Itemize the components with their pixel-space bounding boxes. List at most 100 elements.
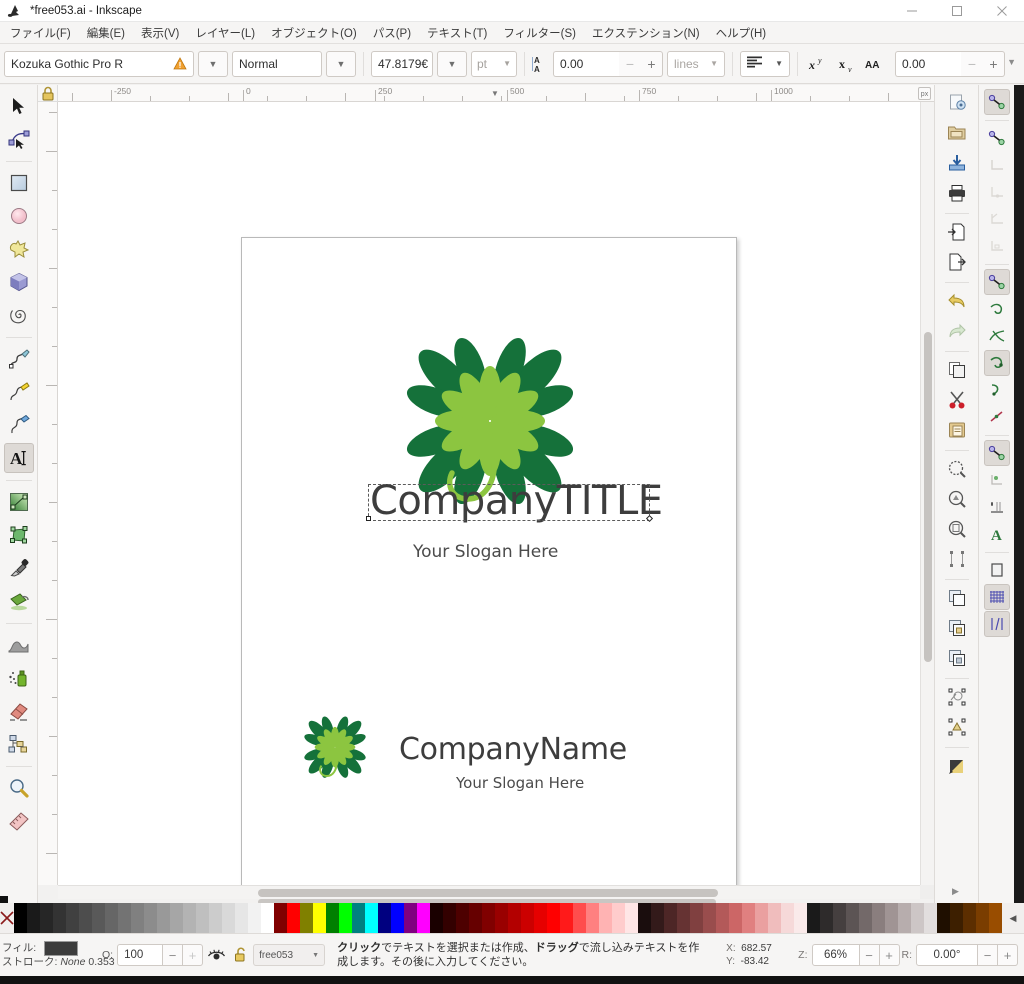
fill-color-swatch[interactable] <box>44 941 78 956</box>
selection-bounds-button[interactable] <box>942 545 972 573</box>
zoom-minus[interactable]: − <box>860 944 880 966</box>
zoom-stepper[interactable]: 66% − + <box>812 944 900 966</box>
palette-swatch[interactable] <box>66 903 79 933</box>
menu-filters[interactable]: フィルター(S) <box>495 23 584 43</box>
palette-swatch[interactable] <box>118 903 131 933</box>
color-palette[interactable]: ◀ <box>0 903 1024 933</box>
palette-swatch[interactable] <box>963 903 976 933</box>
gradient-tool[interactable] <box>4 487 34 517</box>
zoom-plus[interactable]: + <box>880 944 900 966</box>
horizontal-ruler[interactable]: -250 0 250 500 750 1000 px ▼ <box>58 85 934 102</box>
eraser-tool[interactable] <box>4 696 34 726</box>
node-tool[interactable] <box>4 124 34 154</box>
palette-swatch[interactable] <box>131 903 144 933</box>
maximize-button[interactable] <box>934 0 979 22</box>
unlocked-icon[interactable] <box>229 947 253 963</box>
letter-spacing-input[interactable]: 0.00 <box>895 51 961 77</box>
snap-cusp-node-button[interactable] <box>984 350 1010 376</box>
palette-swatch[interactable] <box>573 903 586 933</box>
snap-bbox-edge-mid-button[interactable] <box>984 179 1010 205</box>
letter-spacing-minus[interactable]: − <box>961 51 983 77</box>
copy-button[interactable] <box>942 356 972 384</box>
eyedropper-tool[interactable] <box>4 553 34 583</box>
open-document-button[interactable] <box>942 119 972 147</box>
opacity-input[interactable]: 100 <box>117 944 163 966</box>
menu-edit[interactable]: 編集(E) <box>79 23 133 43</box>
rotate-plus[interactable]: + <box>998 944 1018 966</box>
toolbar-overflow-button[interactable]: ▼ <box>1007 57 1016 67</box>
connector-tool[interactable] <box>4 729 34 759</box>
line-spacing-input[interactable]: 0.00 <box>553 51 619 77</box>
font-family-dropdown[interactable]: ▼ <box>198 51 228 77</box>
snap-smooth-node-button[interactable] <box>984 377 1010 403</box>
palette-swatch[interactable] <box>846 903 859 933</box>
snap-guides-button[interactable] <box>984 611 1010 637</box>
palette-swatch[interactable] <box>417 903 430 933</box>
palette-swatch[interactable] <box>768 903 781 933</box>
snap-global-icon-button[interactable] <box>984 89 1010 115</box>
rotate-input[interactable]: 0.00° <box>916 944 978 966</box>
canvas-vertical-scrollbar[interactable] <box>920 102 934 885</box>
palette-swatch[interactable] <box>859 903 872 933</box>
line-spacing-unit-select[interactable]: lines ▼ <box>667 51 725 77</box>
palette-swatch[interactable] <box>352 903 365 933</box>
undo-button[interactable] <box>942 287 972 315</box>
font-size-unit-select[interactable]: pt ▼ <box>471 51 517 77</box>
palette-swatch[interactable] <box>157 903 170 933</box>
menu-text[interactable]: テキスト(T) <box>419 23 495 43</box>
palette-swatch[interactable] <box>924 903 937 933</box>
snap-object-center-button[interactable] <box>984 440 1010 466</box>
letter-spacing-stepper[interactable]: 0.00 − + <box>895 51 1005 77</box>
line-spacing-minus[interactable]: − <box>619 51 641 77</box>
palette-swatch[interactable] <box>144 903 157 933</box>
opacity-plus[interactable]: + <box>183 944 203 966</box>
palette-swatch[interactable] <box>326 903 339 933</box>
superscript-button[interactable]: xy <box>805 51 831 77</box>
zoom-drawing-button[interactable] <box>942 485 972 513</box>
snap-text-baseline-button[interactable] <box>984 494 1010 520</box>
palette-swatch[interactable] <box>794 903 807 933</box>
palette-swatch[interactable] <box>664 903 677 933</box>
text-tool[interactable]: A <box>4 443 34 473</box>
print-document-button[interactable] <box>942 179 972 207</box>
rotate-minus[interactable]: − <box>978 944 998 966</box>
x-no-color-icon[interactable] <box>0 903 14 933</box>
eye-open-icon[interactable] <box>203 948 229 962</box>
palette-swatch[interactable] <box>79 903 92 933</box>
palette-swatch[interactable] <box>950 903 963 933</box>
snap-rotation-center-button[interactable] <box>984 467 1010 493</box>
duplicate-button[interactable] <box>942 584 972 612</box>
text-selection-box[interactable] <box>368 484 650 521</box>
ruler-lock-button[interactable] <box>38 85 58 102</box>
palette-swatch[interactable] <box>170 903 183 933</box>
snap-bbox-center-button[interactable] <box>984 206 1010 232</box>
snap-line-midpoint-button[interactable] <box>984 404 1010 430</box>
palette-swatch[interactable] <box>898 903 911 933</box>
line-spacing-plus[interactable]: + <box>641 51 663 77</box>
palette-swatch[interactable] <box>92 903 105 933</box>
palette-swatch[interactable] <box>27 903 40 933</box>
opacity-minus[interactable]: − <box>163 944 183 966</box>
palette-swatch[interactable] <box>339 903 352 933</box>
palette-swatch[interactable] <box>625 903 638 933</box>
palette-swatch[interactable] <box>755 903 768 933</box>
secondary-logo-artwork[interactable] <box>287 706 383 792</box>
palette-swatch[interactable] <box>833 903 846 933</box>
palette-swatch[interactable] <box>248 903 261 933</box>
vertical-ruler[interactable] <box>38 102 58 885</box>
star-tool[interactable] <box>4 234 34 264</box>
font-size-dropdown[interactable]: ▼ <box>437 51 467 77</box>
pencil-tool[interactable] <box>4 344 34 374</box>
palette-swatch[interactable] <box>365 903 378 933</box>
font-style-dropdown[interactable]: ▼ <box>326 51 356 77</box>
palette-swatch[interactable] <box>651 903 664 933</box>
zoom-selection-button[interactable] <box>942 455 972 483</box>
palette-swatch[interactable] <box>313 903 326 933</box>
import-button[interactable] <box>942 218 972 246</box>
text-align-select[interactable]: ▼ <box>740 51 790 77</box>
palette-swatch[interactable] <box>560 903 573 933</box>
palette-swatch[interactable] <box>885 903 898 933</box>
palette-swatch[interactable] <box>690 903 703 933</box>
calligraphy-tool[interactable] <box>4 377 34 407</box>
palette-swatch[interactable] <box>976 903 989 933</box>
